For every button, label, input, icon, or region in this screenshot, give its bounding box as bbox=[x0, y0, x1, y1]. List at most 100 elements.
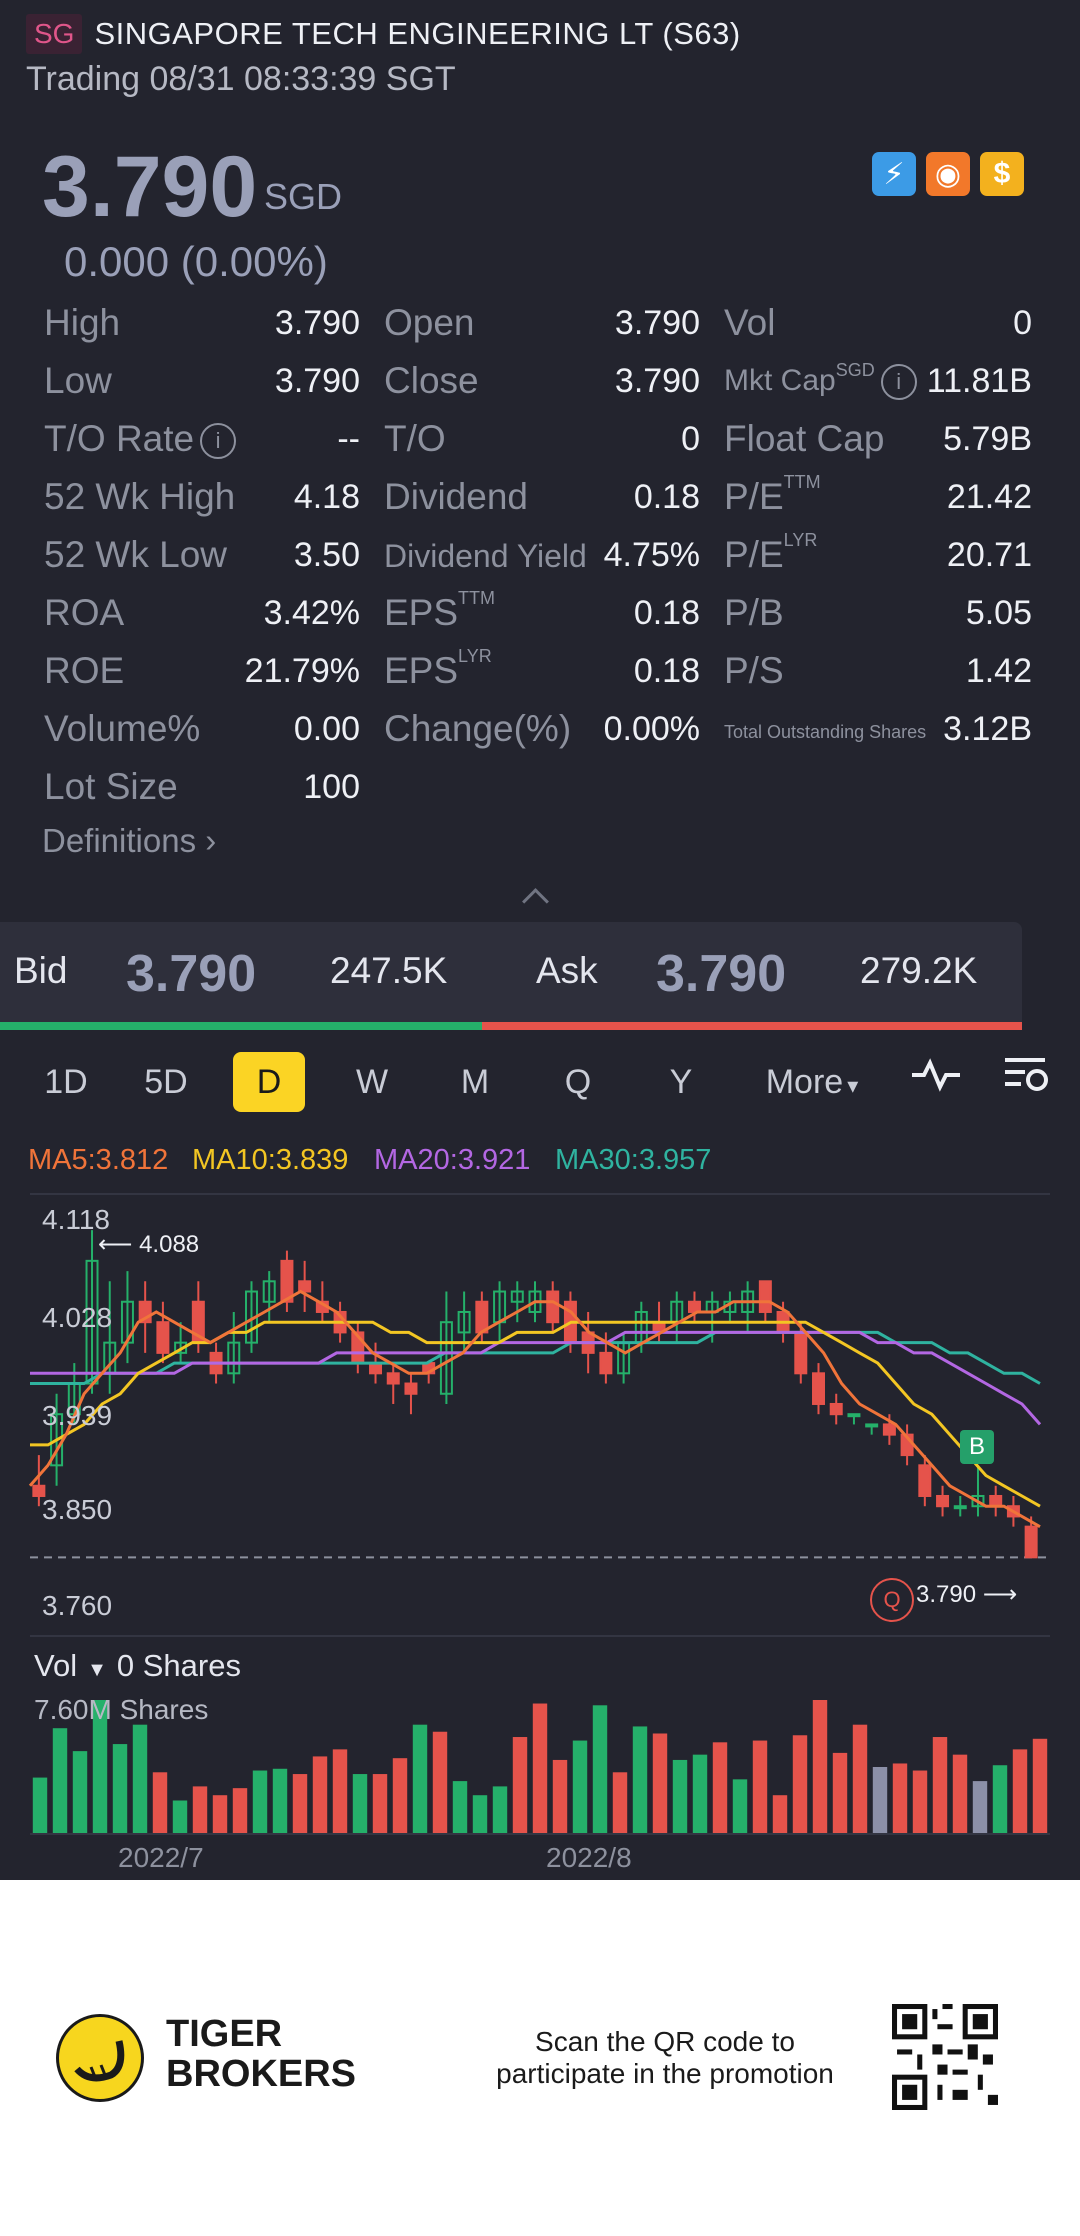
q-marker[interactable]: Q bbox=[870, 1578, 914, 1622]
brand-name: TIGER BROKERS bbox=[166, 2013, 357, 2095]
stat-value-eps-lyr: 0.18 bbox=[633, 652, 700, 690]
volume-bar bbox=[452, 1781, 468, 1834]
volume-header[interactable]: Vol ▼ 0 Shares bbox=[34, 1648, 241, 1684]
volume-bar bbox=[492, 1786, 508, 1834]
volume-bar bbox=[952, 1754, 968, 1834]
tab-q[interactable]: Q bbox=[542, 1052, 614, 1112]
definitions-link[interactable]: Definitions › bbox=[42, 822, 216, 860]
stock-detail-screen: SG SINGAPORE TECH ENGINEERING LT (S63) T… bbox=[0, 0, 1080, 1880]
bid-price: 3.790 bbox=[126, 945, 257, 1003]
tab-y[interactable]: Y bbox=[645, 1052, 717, 1112]
stat-label-pe-ttm: P/ETTM bbox=[724, 472, 821, 517]
currency-label: SGD bbox=[264, 176, 343, 217]
tab-1d[interactable]: 1D bbox=[30, 1052, 102, 1112]
volume-bar bbox=[272, 1768, 288, 1834]
volume-bar bbox=[572, 1740, 588, 1834]
more-dropdown[interactable]: More ▾ bbox=[752, 1052, 872, 1112]
y-tick-label: 3.939 bbox=[42, 1400, 113, 1431]
tab-w[interactable]: W bbox=[336, 1052, 408, 1112]
volume-bar bbox=[532, 1703, 548, 1834]
volume-bar bbox=[32, 1777, 48, 1834]
stat-value-mkt-cap: 11.81B bbox=[926, 362, 1032, 400]
candle-body bbox=[156, 1321, 170, 1354]
candle-body bbox=[882, 1423, 896, 1436]
stat-label-ps: P/S bbox=[724, 650, 784, 691]
volume-bar bbox=[252, 1770, 268, 1834]
stat-label-change-pct: Change(%) bbox=[384, 708, 572, 749]
collapse-chevron-icon[interactable] bbox=[522, 888, 549, 915]
stat-value-open: 3.790 bbox=[614, 304, 700, 342]
candle-body bbox=[989, 1494, 1003, 1508]
candlestick-chart[interactable] bbox=[0, 1180, 1080, 1880]
caret-down-icon: ▾ bbox=[847, 1073, 859, 1098]
volume-bar bbox=[332, 1749, 348, 1834]
candle-body bbox=[847, 1413, 861, 1418]
tab-d[interactable]: D bbox=[233, 1052, 305, 1112]
high-marker: ⟵ 4.088 bbox=[98, 1231, 200, 1258]
stat-label-dividend-yield: Dividend Yield bbox=[384, 538, 587, 574]
promo-text: Scan the QR code to participate in the pr… bbox=[496, 2026, 834, 2089]
stat-value-pe-ttm: 21.42 bbox=[946, 478, 1032, 516]
indicator-icon[interactable] bbox=[908, 1052, 964, 1112]
ma10-legend: MA10:3.839 bbox=[192, 1144, 349, 1176]
tiger-logo-icon bbox=[56, 2014, 144, 2102]
candle-body bbox=[936, 1494, 950, 1508]
candle-body bbox=[386, 1372, 400, 1385]
stat-value-change-pct: 0.00% bbox=[603, 710, 700, 748]
volume-bar bbox=[992, 1765, 1008, 1834]
caret-down-icon: ▼ bbox=[87, 1659, 107, 1681]
ma20-legend: MA20:3.921 bbox=[374, 1144, 531, 1176]
x-axis-label: 2022/8 bbox=[546, 1842, 632, 1873]
info-icon[interactable]: i bbox=[200, 423, 237, 460]
volume-bar bbox=[432, 1731, 448, 1834]
stat-value-high: 3.790 bbox=[274, 304, 360, 342]
tab-5d[interactable]: 5D bbox=[130, 1052, 202, 1112]
volume-bar bbox=[212, 1795, 228, 1834]
volume-bar bbox=[792, 1735, 808, 1834]
volume-bar bbox=[172, 1800, 188, 1834]
volume-bar bbox=[772, 1795, 788, 1834]
volume-bar bbox=[112, 1744, 128, 1834]
y-tick-label: 4.028 bbox=[42, 1302, 113, 1333]
qr-code-icon[interactable] bbox=[892, 2004, 998, 2110]
header: SG SINGAPORE TECH ENGINEERING LT (S63) bbox=[26, 14, 741, 54]
buy-marker[interactable]: B bbox=[960, 1430, 994, 1464]
bid-ask-bar: Bid 3.790 247.5K Ask 3.790 279.2K bbox=[0, 922, 1022, 1026]
candle-body bbox=[812, 1372, 826, 1405]
bid-size: 247.5K bbox=[330, 950, 448, 991]
stat-value-dividend-yield: 4.75% bbox=[603, 536, 700, 574]
volume-bar bbox=[512, 1737, 528, 1834]
volume-bar bbox=[592, 1705, 608, 1834]
chart-settings-icon[interactable] bbox=[998, 1052, 1054, 1112]
ma5-line bbox=[28, 1289, 1041, 1529]
volume-bar bbox=[372, 1774, 388, 1834]
basketball-icon[interactable]: ◉ bbox=[926, 152, 970, 196]
promo-footer: TIGER BROKERS Scan the QR code to particip… bbox=[0, 1880, 1080, 2236]
volume-bar bbox=[872, 1767, 888, 1834]
candle-body bbox=[404, 1382, 418, 1395]
volume-bar bbox=[192, 1786, 208, 1834]
volume-bar bbox=[312, 1756, 328, 1834]
volume-bar bbox=[352, 1774, 368, 1834]
trading-status: Trading 08/31 08:33:39 SGT bbox=[26, 60, 456, 98]
stat-label-volume-pct: Volume% bbox=[44, 708, 201, 749]
ma30-legend: MA30:3.957 bbox=[555, 1144, 712, 1176]
stat-value-52wk-low: 3.50 bbox=[293, 536, 360, 574]
volume-bar bbox=[912, 1770, 928, 1834]
stat-label-eps-ttm: EPSTTM bbox=[384, 588, 496, 633]
volume-bar bbox=[472, 1795, 488, 1834]
arrow-left-icon: ⟵ bbox=[98, 1231, 140, 1258]
dollar-icon[interactable]: $ bbox=[980, 152, 1024, 196]
candle-body bbox=[599, 1351, 613, 1375]
stat-value-ps: 1.42 bbox=[965, 652, 1032, 690]
info-icon[interactable]: i bbox=[880, 364, 917, 401]
stat-label-total-shares: Total Outstanding Shares bbox=[724, 722, 927, 742]
last-price-marker: 3.790 ⟶ bbox=[916, 1581, 1018, 1608]
tab-m[interactable]: M bbox=[439, 1052, 511, 1112]
stat-label-pe-lyr: P/ELYR bbox=[724, 530, 818, 575]
lightning-icon[interactable]: ⚡ bbox=[872, 152, 916, 196]
y-tick-label: 3.850 bbox=[42, 1494, 113, 1525]
stat-label-52wk-high: 52 Wk High bbox=[44, 476, 236, 517]
ask-label: Ask bbox=[536, 950, 598, 991]
volume-bar bbox=[72, 1751, 88, 1834]
